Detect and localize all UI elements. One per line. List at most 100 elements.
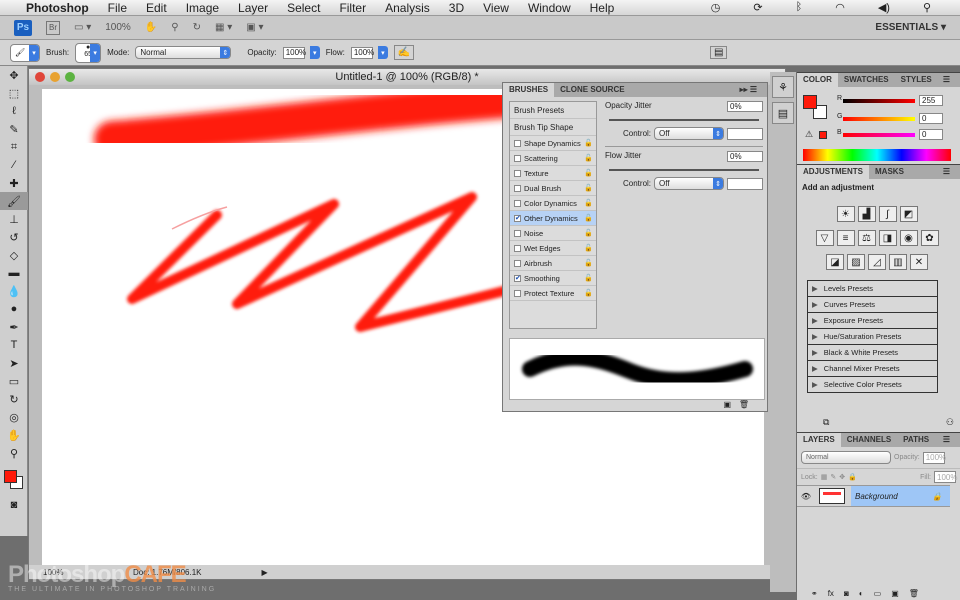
workspace-switcher[interactable]: ESSENTIALS ▾ bbox=[875, 22, 946, 33]
brush-tool-icon[interactable]: 🖌 bbox=[0, 192, 28, 210]
disclosure-triangle-icon[interactable]: ▶ bbox=[812, 316, 818, 325]
red-slider[interactable] bbox=[843, 99, 915, 103]
layer-style-icon[interactable]: fx bbox=[828, 589, 834, 598]
brush-setting-item[interactable]: Airbrush 🔓 bbox=[510, 256, 596, 271]
flow-input[interactable]: 100% bbox=[350, 46, 374, 59]
checkbox[interactable] bbox=[514, 154, 521, 162]
lock-icon[interactable]: 🔓 bbox=[584, 139, 593, 147]
fill-input[interactable]: 100% bbox=[934, 471, 957, 483]
checkbox[interactable]: ✔ bbox=[514, 274, 521, 282]
checkbox[interactable] bbox=[514, 139, 521, 147]
adjustment-preset-item[interactable]: ▶ Curves Presets bbox=[807, 297, 938, 313]
brush-tip-shape-item[interactable]: Brush Tip Shape bbox=[510, 119, 596, 136]
tab-styles[interactable]: STYLES bbox=[895, 73, 938, 87]
adjustment-preset-item[interactable]: ▶ Black & White Presets bbox=[807, 345, 938, 361]
brush-setting-item[interactable]: Protect Texture 🔓 bbox=[510, 286, 596, 301]
eraser-tool-icon[interactable]: ◇ bbox=[0, 246, 28, 264]
tab-masks[interactable]: MASKS bbox=[869, 165, 910, 179]
shape-tool-icon[interactable]: ▭ bbox=[0, 372, 28, 390]
checkbox[interactable] bbox=[514, 199, 521, 207]
opacity-input[interactable]: 100% bbox=[282, 46, 306, 59]
history-panel-icon[interactable]: ⚘ bbox=[772, 76, 794, 98]
checkbox[interactable] bbox=[514, 184, 521, 192]
levels-icon[interactable]: ▟ bbox=[857, 206, 876, 222]
blend-mode-select[interactable]: Normal bbox=[801, 451, 891, 464]
opacity-jitter-input[interactable]: 0% bbox=[727, 101, 763, 112]
lock-position-icon[interactable]: ✥ bbox=[839, 473, 845, 481]
hue-saturation-icon[interactable]: ≡ bbox=[836, 230, 855, 246]
sync-icon[interactable]: ⟳ bbox=[753, 1, 762, 14]
brush-setting-item[interactable]: Color Dynamics 🔓 bbox=[510, 196, 596, 211]
tab-channels[interactable]: CHANNELS bbox=[841, 433, 897, 447]
tab-swatches[interactable]: SWATCHES bbox=[838, 73, 895, 87]
tab-color[interactable]: COLOR bbox=[797, 73, 838, 87]
threshold-icon[interactable]: ◿ bbox=[868, 254, 886, 270]
brush-setting-item[interactable]: Scattering 🔓 bbox=[510, 151, 596, 166]
flow-jitter-input[interactable]: 0% bbox=[727, 151, 763, 162]
flow-control-input[interactable] bbox=[727, 177, 763, 190]
pen-tool-icon[interactable]: ✒ bbox=[0, 318, 28, 336]
menu-analysis[interactable]: Analysis bbox=[385, 1, 430, 15]
new-group-icon[interactable]: ▭ bbox=[874, 589, 882, 598]
red-input[interactable]: 255 bbox=[919, 95, 943, 106]
lock-icon[interactable]: 🔓 bbox=[584, 244, 593, 252]
panel-menu-icon[interactable]: ▸▸ ☰ bbox=[734, 83, 763, 97]
panel-menu-icon[interactable]: ☰ bbox=[937, 433, 956, 447]
clone-stamp-tool-icon[interactable]: ⊥ bbox=[0, 210, 28, 228]
adjustment-layer-icon[interactable]: ◐ bbox=[859, 589, 864, 598]
time-machine-icon[interactable]: ◷ bbox=[711, 1, 721, 14]
add-mask-icon[interactable]: ◙ bbox=[844, 589, 849, 598]
new-layer-icon[interactable]: ▣ bbox=[891, 589, 899, 598]
quick-select-tool-icon[interactable]: ✎ bbox=[0, 120, 28, 138]
panel-menu-icon[interactable]: ☰ bbox=[937, 165, 956, 179]
tab-clone-source[interactable]: CLONE SOURCE bbox=[554, 83, 630, 97]
opacity-control-select[interactable]: Off ⇕ bbox=[654, 127, 724, 140]
gradient-tool-icon[interactable]: ▬ bbox=[0, 264, 28, 282]
brush-setting-item[interactable]: Shape Dynamics 🔓 bbox=[510, 136, 596, 151]
menu-file[interactable]: File bbox=[108, 1, 127, 15]
layer-name[interactable]: Background bbox=[855, 492, 898, 501]
curves-icon[interactable]: ∫ bbox=[878, 206, 897, 222]
zoom-level-dropdown[interactable]: 100% bbox=[105, 22, 131, 33]
flow-dropdown[interactable]: ▾ bbox=[377, 46, 388, 59]
close-button[interactable] bbox=[35, 72, 45, 82]
opacity-jitter-slider[interactable] bbox=[609, 119, 759, 121]
tab-brushes[interactable]: BRUSHES bbox=[503, 83, 555, 97]
disclosure-triangle-icon[interactable]: ▶ bbox=[812, 332, 818, 341]
lock-transparency-icon[interactable]: ▦ bbox=[821, 473, 828, 481]
3d-orbit-tool-icon[interactable]: ◎ bbox=[0, 408, 28, 426]
menu-layer[interactable]: Layer bbox=[238, 1, 268, 15]
brush-setting-item[interactable]: Dual Brush 🔓 bbox=[510, 181, 596, 196]
menu-3d[interactable]: 3D bbox=[449, 1, 464, 15]
bridge-button[interactable]: Br bbox=[46, 20, 60, 35]
history-brush-tool-icon[interactable]: ↺ bbox=[0, 228, 28, 246]
screen-mode-icon[interactable]: ▣ ▾ bbox=[246, 22, 263, 33]
adjustment-preset-item[interactable]: ▶ Levels Presets bbox=[807, 281, 938, 297]
blur-tool-icon[interactable]: 💧 bbox=[0, 282, 28, 300]
zoom-tool-icon[interactable]: ⚲ bbox=[171, 22, 178, 33]
checkbox[interactable] bbox=[514, 259, 521, 267]
lock-icon[interactable]: 🔓 bbox=[584, 274, 593, 282]
panel-options-icon[interactable]: ⚇ bbox=[946, 417, 954, 428]
brush-setting-item[interactable]: Noise 🔓 bbox=[510, 226, 596, 241]
brush-setting-item[interactable]: ✔ Smoothing 🔓 bbox=[510, 271, 596, 286]
volume-icon[interactable]: ◀) bbox=[878, 1, 890, 14]
rotate-view-icon[interactable]: ↻ bbox=[193, 22, 201, 33]
foreground-color[interactable] bbox=[803, 95, 817, 109]
layer-row-background[interactable]: 👁 Background 🔒 bbox=[797, 485, 950, 507]
spotlight-icon[interactable]: ⚲ bbox=[923, 1, 931, 14]
arrange-documents-icon[interactable]: ▦ ▾ bbox=[215, 22, 232, 33]
brush-setting-item[interactable]: ✔ Other Dynamics 🔓 bbox=[510, 211, 596, 226]
selective-color-icon[interactable]: ✕ bbox=[910, 254, 928, 270]
lock-icon[interactable]: 🔓 bbox=[584, 154, 593, 162]
menu-select[interactable]: Select bbox=[287, 1, 320, 15]
eyedropper-tool-icon[interactable]: ⁄ bbox=[0, 156, 28, 174]
adjustment-preset-item[interactable]: ▶ Exposure Presets bbox=[807, 313, 938, 329]
opacity-dropdown[interactable]: ▾ bbox=[309, 46, 320, 59]
view-extras-icon[interactable]: ▭ ▾ bbox=[74, 22, 91, 33]
lock-icon[interactable]: 🔓 bbox=[584, 259, 593, 267]
lock-icon[interactable]: 🔓 bbox=[584, 229, 593, 237]
path-selection-tool-icon[interactable]: ➤ bbox=[0, 354, 28, 372]
lock-icon[interactable]: 🔓 bbox=[584, 184, 593, 192]
link-layers-icon[interactable]: ⚭ bbox=[811, 589, 818, 598]
